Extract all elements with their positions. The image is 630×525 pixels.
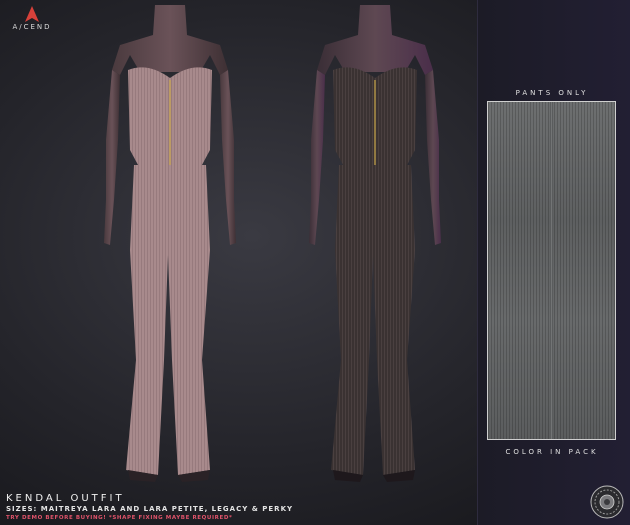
fabric-swatch [487,101,616,440]
product-title: KENDAL OUTFIT [6,493,125,504]
model-pink-outfit [104,5,236,482]
product-sizes: SIZES: MAITREYA LARA AND LARA PETITE, LE… [6,505,294,513]
swatch-seam [550,102,553,439]
color-in-pack-caption: COLOR IN PACK [505,448,599,456]
model-dark-outfit [309,5,441,482]
product-info: KENDAL OUTFIT SIZES: MAITREYA LARA AND L… [6,493,293,522]
brand-name: A/CEND [12,23,52,31]
brand-logo: A/CEND [8,6,56,31]
product-warning: TRY DEMO BEFORE BUYING! *SHAPE FIXING MA… [6,515,233,521]
pants-only-caption: PANTS ONLY [515,89,589,97]
seal-badge-icon [590,485,624,519]
product-ad: A/CEND PANTS ONLY COLOR IN PACK KENDAL O… [0,0,630,525]
ascend-logo-icon [25,6,39,22]
